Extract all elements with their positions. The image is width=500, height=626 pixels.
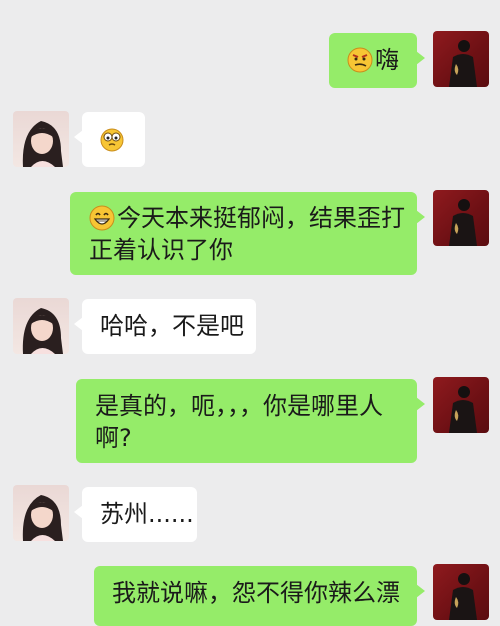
message-bubble-received[interactable]: 哈哈，不是吧: [74, 299, 256, 354]
my-avatar[interactable]: [433, 377, 489, 433]
smirk-emoji-icon: [347, 47, 373, 73]
message-bubble-sent[interactable]: 今天本来挺郁闷，结果歪打 正着认识了你: [70, 192, 425, 275]
message-bubble-received[interactable]: [74, 112, 145, 167]
contact-avatar[interactable]: [13, 111, 69, 167]
message-text-line-2: 正着认识了你: [89, 236, 233, 264]
message-text: 嗨: [375, 46, 399, 74]
message-text-line-1: 是真的，呃，，，你是哪里人: [95, 392, 383, 420]
message-text-line-2: 啊?: [95, 424, 132, 452]
my-avatar[interactable]: [433, 564, 489, 620]
my-avatar[interactable]: [433, 190, 489, 246]
grin-emoji-icon: [89, 205, 115, 231]
chat-message-list: 嗨 今天本来挺郁闷，结果歪打 正着认识了你 哈哈，不是吧 是真的，呃，，，你是哪…: [0, 0, 500, 626]
goggle-eyes-emoji-icon: [99, 126, 125, 152]
message-bubble-sent[interactable]: 是真的，呃，，，你是哪里人 啊?: [76, 379, 425, 463]
message-bubble-received[interactable]: 苏州......: [74, 487, 197, 542]
message-text: 我就说嘛，怨不得你辣么漂: [112, 579, 400, 607]
contact-avatar[interactable]: [13, 485, 69, 541]
message-text: 哈哈，不是吧: [100, 312, 244, 340]
my-avatar[interactable]: [433, 31, 489, 87]
message-text-line-1: 今天本来挺郁闷，结果歪打: [117, 204, 405, 232]
contact-avatar[interactable]: [13, 298, 69, 354]
message-bubble-sent[interactable]: 嗨: [329, 33, 425, 88]
message-text: 苏州......: [100, 500, 194, 528]
message-bubble-sent[interactable]: 我就说嘛，怨不得你辣么漂: [94, 566, 425, 626]
